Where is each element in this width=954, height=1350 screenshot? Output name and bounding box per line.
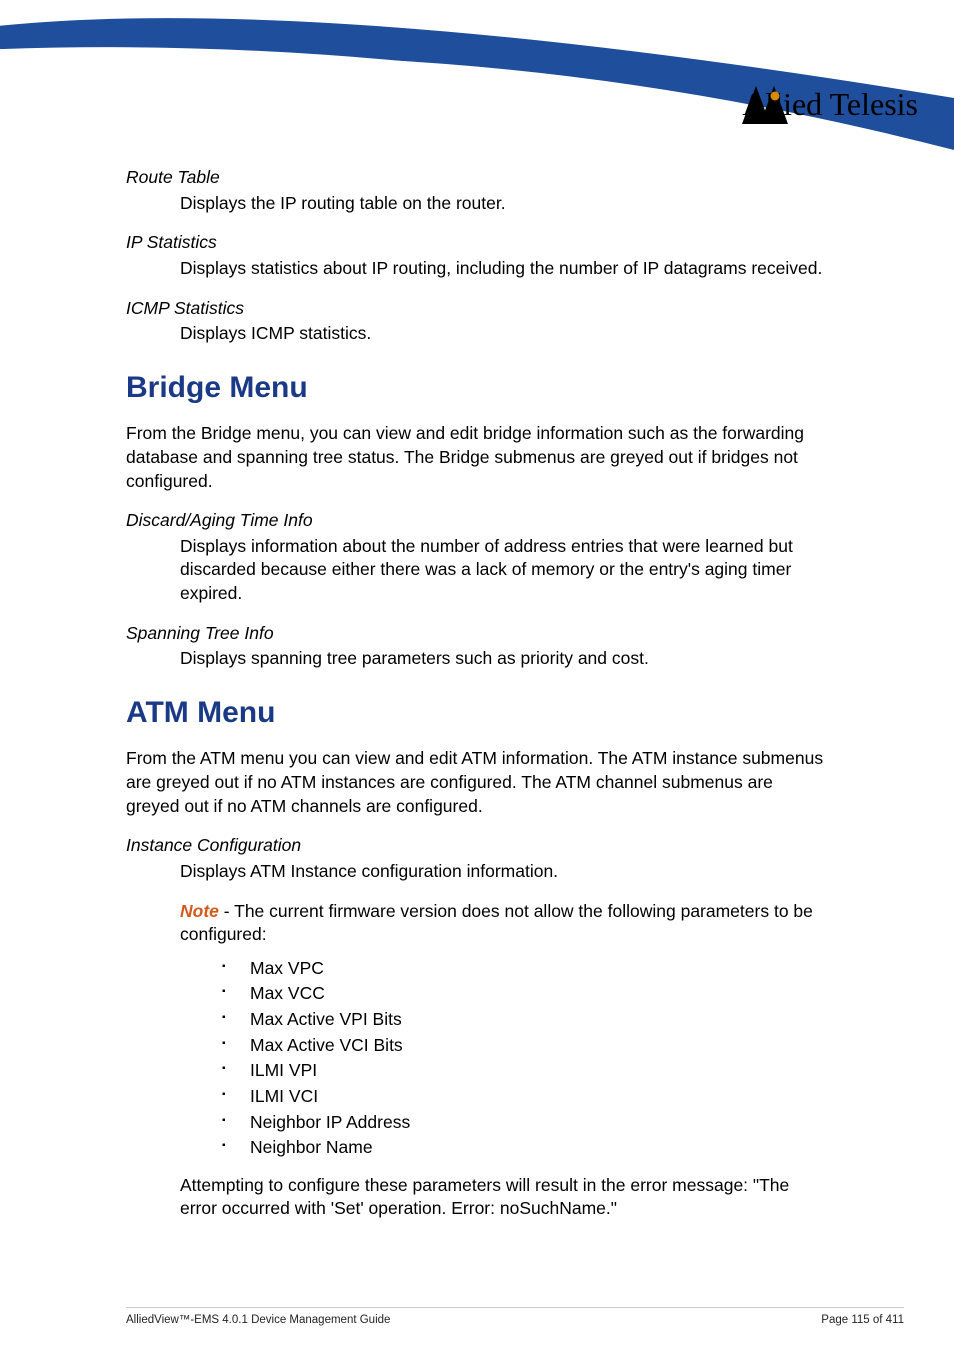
atm-menu-heading: ATM Menu [126, 693, 828, 734]
header-swoosh [0, 0, 954, 150]
instance-config-desc: Displays ATM Instance configuration info… [180, 860, 828, 884]
list-item: Neighbor Name [222, 1136, 828, 1160]
discard-aging-desc: Displays information about the number of… [180, 535, 828, 606]
logo-mark-icon [742, 86, 788, 124]
bridge-menu-intro: From the Bridge menu, you can view and e… [126, 422, 828, 493]
icmp-statistics-desc: Displays ICMP statistics. [180, 322, 828, 346]
discard-aging-term: Discard/Aging Time Info [126, 509, 828, 533]
note-paragraph: Note - The current firmware version does… [180, 900, 828, 947]
route-table-desc: Displays the IP routing table on the rou… [180, 192, 828, 216]
icmp-statistics-term: ICMP Statistics [126, 297, 828, 321]
list-item: Max VPC [222, 957, 828, 981]
brand-logo: Allied Telesis [742, 86, 918, 123]
page: Allied Telesis Route Table Displays the … [0, 0, 954, 1350]
route-table-term: Route Table [126, 166, 828, 190]
spanning-tree-desc: Displays spanning tree parameters such a… [180, 647, 828, 671]
note-label: Note [180, 901, 219, 921]
attempt-message: Attempting to configure these parameters… [180, 1174, 828, 1221]
note-text: - The current firmware version does not … [180, 901, 813, 945]
list-item: ILMI VPI [222, 1059, 828, 1083]
list-item: Max VCC [222, 982, 828, 1006]
footer-right: Page 115 of 411 [821, 1314, 904, 1326]
instance-config-term: Instance Configuration [126, 834, 828, 858]
spanning-tree-term: Spanning Tree Info [126, 622, 828, 646]
page-footer: AlliedView™-EMS 4.0.1 Device Management … [126, 1307, 904, 1326]
list-item: ILMI VCI [222, 1085, 828, 1109]
bridge-menu-heading: Bridge Menu [126, 368, 828, 409]
page-header-banner: Allied Telesis [0, 0, 954, 150]
atm-menu-intro: From the ATM menu you can view and edit … [126, 747, 828, 818]
list-item: Max Active VPI Bits [222, 1008, 828, 1032]
list-item: Max Active VCI Bits [222, 1034, 828, 1058]
footer-left: AlliedView™-EMS 4.0.1 Device Management … [126, 1314, 390, 1326]
param-list: Max VPC Max VCC Max Active VPI Bits Max … [126, 957, 828, 1160]
page-content: Route Table Displays the IP routing tabl… [0, 166, 954, 1221]
ip-statistics-term: IP Statistics [126, 231, 828, 255]
list-item: Neighbor IP Address [222, 1111, 828, 1135]
ip-statistics-desc: Displays statistics about IP routing, in… [180, 257, 828, 281]
